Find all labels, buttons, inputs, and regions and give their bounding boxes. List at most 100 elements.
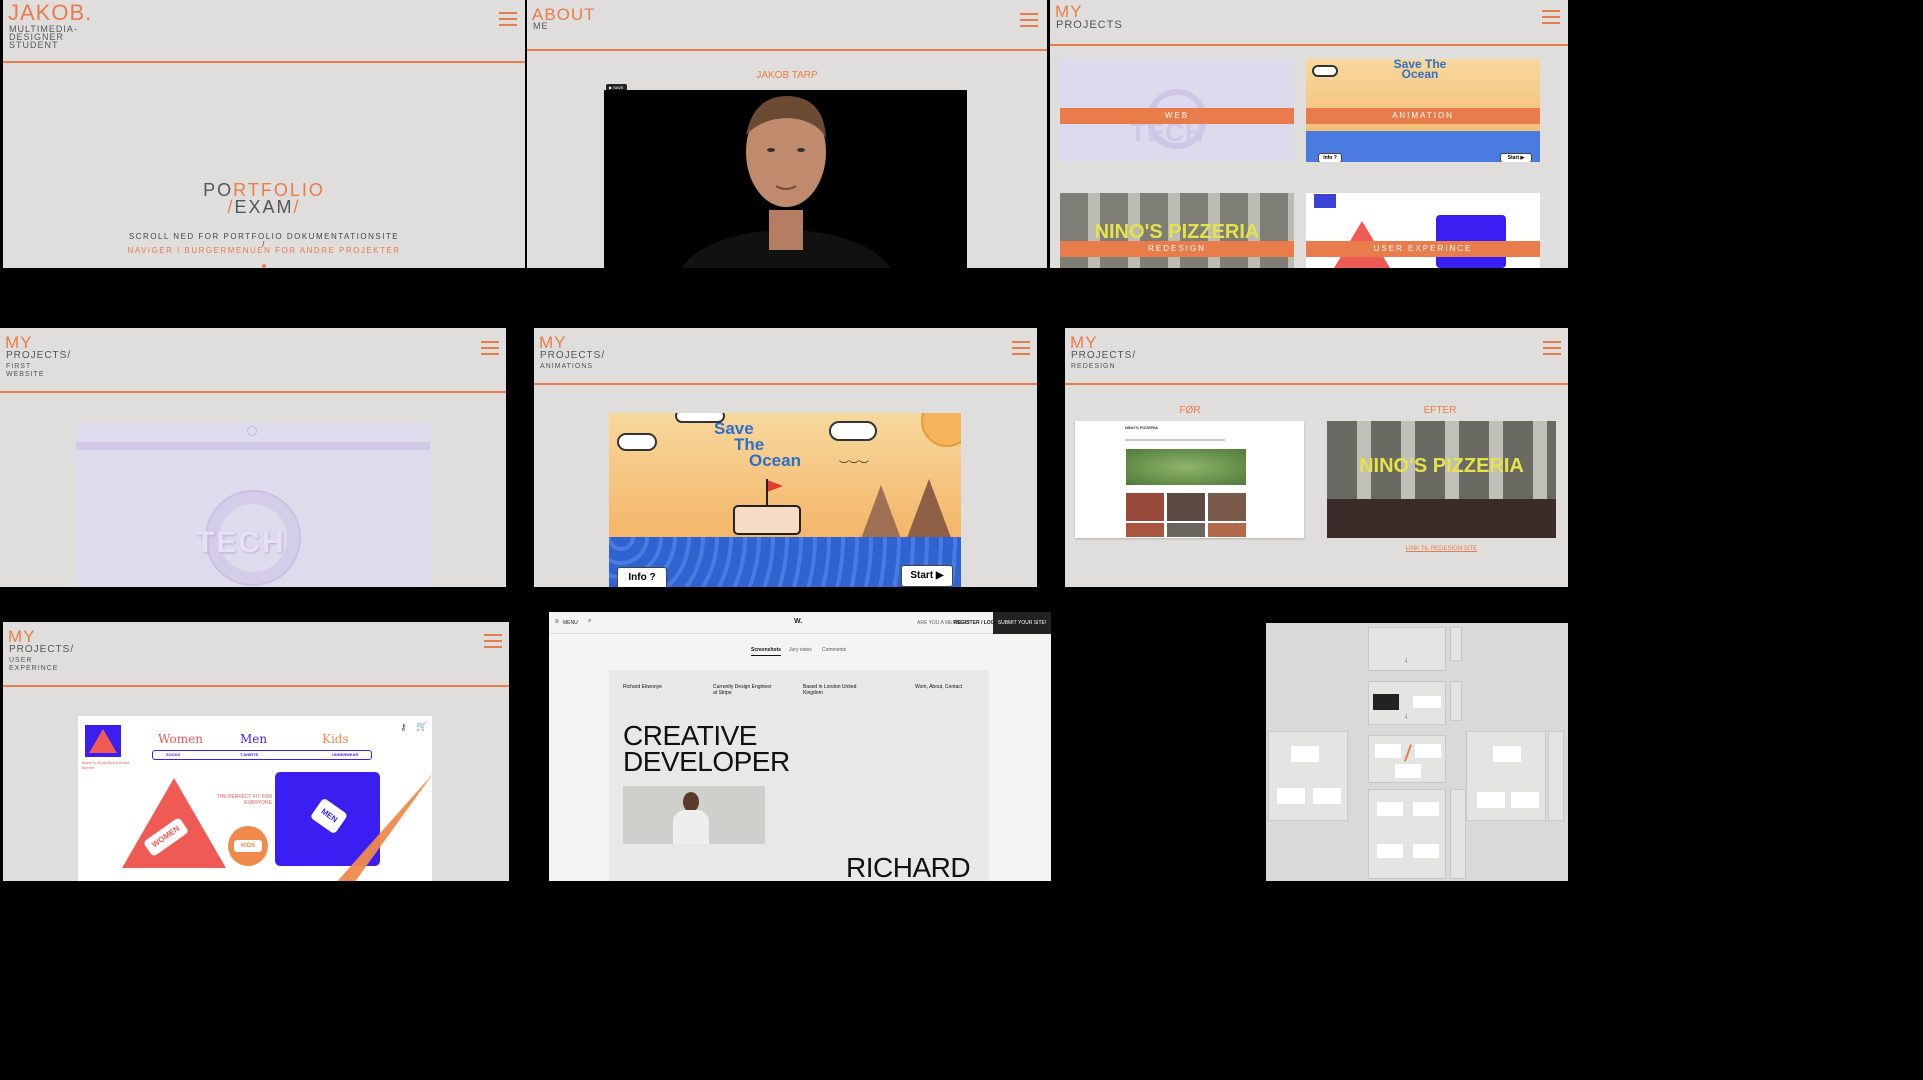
user-experience-panel: MY PROJECTS/ USER EXPERINCE Made to fit … <box>3 622 509 881</box>
subnav-tshirts[interactable]: T-SHIRTS <box>240 752 258 757</box>
photo-head <box>683 792 699 812</box>
save-ocean-animation[interactable]: Save The Ocean ︶︶︶ Info ? Start ▶ <box>609 413 961 587</box>
ship-mast <box>766 479 768 507</box>
sitemap-projects-box-2 <box>1415 744 1441 758</box>
site-logo[interactable]: W. <box>794 618 802 625</box>
first-website-panel: MY PROJECTS/ FIRST WEBSITE TECH <box>0 328 506 587</box>
developer-photo <box>623 786 765 844</box>
sitemap-anim-box-2 <box>1477 792 1505 808</box>
ux-site-preview[interactable]: Made to fit perfect and last forever Wom… <box>78 716 432 881</box>
burger-menu-icon[interactable] <box>1542 10 1560 24</box>
web-project-tile[interactable]: TECH WEB <box>1060 59 1294 162</box>
ux-tile-label: USER EXPERINCE <box>1306 241 1540 257</box>
header-divider <box>3 61 525 63</box>
sitemap-redesign-box-1 <box>1377 802 1403 816</box>
preview-top-icon <box>247 426 257 436</box>
food-photo-3 <box>1208 493 1246 521</box>
header-divider <box>534 383 1037 385</box>
food-photo-4 <box>1126 523 1164 537</box>
after-label: EFTER <box>1423 405 1457 416</box>
redesign-site-link[interactable]: LINK TIL REDESIGN SITE <box>1327 546 1556 552</box>
animations-panel: MY PROJECTS/ ANIMATIONS Save The Ocean ︶… <box>534 328 1037 587</box>
info-links[interactable]: Work, About, Contact <box>915 684 985 690</box>
key-icon[interactable]: ⚷ <box>400 722 407 733</box>
start-button[interactable]: Start ▶ <box>1500 153 1532 162</box>
cloud-icon <box>1312 65 1338 77</box>
sitemap-node-projects <box>1368 735 1446 783</box>
food-photo-5 <box>1167 523 1205 537</box>
nav-men[interactable]: Men <box>240 732 267 746</box>
brand-logo-icon <box>85 725 121 757</box>
about-name: JAKOB TARP <box>756 70 818 81</box>
pizzeria-sign: NINO'S PIZZERIA <box>1359 455 1524 477</box>
sitemap-redesign-box-4 <box>1413 844 1439 858</box>
burger-menu-icon[interactable] <box>1012 341 1030 355</box>
cloud-icon-top <box>675 413 725 423</box>
before-screenshot[interactable]: NINO'S PIZZERIA <box>1075 421 1304 538</box>
subtitle-line-3: STUDENT <box>9 40 59 50</box>
food-photo-1 <box>1126 493 1164 521</box>
redesign-tile-label: REDESIGN <box>1060 241 1294 257</box>
start-button[interactable]: Start ▶ <box>901 565 953 587</box>
tab-screenshots[interactable]: Screenshots <box>751 647 782 656</box>
after-screenshot[interactable]: NINO'S PIZZERIA <box>1327 421 1556 538</box>
animation-project-tile[interactable]: Save The Ocean ANIMATION Info ? Start ▶ <box>1306 59 1540 162</box>
burger-menu-icon[interactable] <box>1020 13 1038 27</box>
preview-nav-bar <box>76 442 430 450</box>
info-button[interactable]: Info ? <box>617 567 667 587</box>
about-panel: ABOUT ME JAKOB TARP ▶ SAVE <box>527 0 1047 268</box>
menu-icon[interactable]: ≡ <box>555 619 559 625</box>
site-screenshot[interactable]: Richard Ekwonye Currently Design Enginee… <box>609 670 989 881</box>
storefront-awning <box>1327 499 1556 538</box>
sitemap-first-box-3 <box>1313 788 1341 804</box>
header-divider <box>527 49 1047 51</box>
panel-subtitle-line-2: WEBSITE <box>6 371 45 378</box>
portrait-video[interactable] <box>604 90 967 268</box>
header-divider <box>1050 44 1568 46</box>
nav-kids[interactable]: Kids <box>322 732 349 746</box>
top-nav-bar: ≡ MENU ⌕ W. ARE YOU A MEMBER? REGISTER /… <box>549 612 1051 634</box>
panel-subtitle-projects: PROJECTS/ <box>540 350 606 361</box>
sitemap-redesign-box-3 <box>1377 844 1403 858</box>
portfolio-home-panel: JAKOB. MULTIMEDIA- DESIGNER STUDENT PORT… <box>3 0 525 268</box>
menu-label[interactable]: MENU <box>563 620 578 626</box>
nav-women[interactable]: Women <box>158 732 203 746</box>
sitemap-arrow-1: ↓ <box>1404 655 1408 664</box>
portrait-image <box>681 95 891 268</box>
about-subtitle: ME <box>533 21 549 31</box>
cloud-icon-left <box>617 433 657 451</box>
website-preview[interactable]: TECH <box>76 422 430 587</box>
sitemap-node-home <box>1368 627 1446 671</box>
tab-comments[interactable]: Comments <box>822 647 846 653</box>
burger-menu-icon[interactable] <box>1543 341 1561 355</box>
photo-body <box>673 810 709 844</box>
food-photo-6 <box>1208 523 1246 537</box>
info-button[interactable]: Info ? <box>1318 153 1342 162</box>
scroll-indicator[interactable] <box>262 264 266 268</box>
subnav-socks[interactable]: SOCKS <box>166 752 180 757</box>
redesign-project-tile[interactable]: NINO'S PIZZERIA REDESIGN <box>1060 193 1294 268</box>
pizza-photo <box>1126 449 1246 485</box>
panel-subtitle-line-2: EXPERINCE <box>9 665 59 672</box>
burger-menu-icon[interactable] <box>499 12 517 26</box>
ux-project-tile[interactable]: USER EXPERINCE <box>1306 193 1540 268</box>
cart-icon[interactable]: 🛒 <box>416 721 427 732</box>
sitemap-node-about-side <box>1450 681 1462 721</box>
sitemap-node-redesign <box>1368 789 1446 879</box>
panel-subtitle-projects: PROJECTS/ <box>9 644 75 655</box>
cloud-icon-right <box>829 421 877 441</box>
sitemap-node-home-side <box>1450 627 1462 661</box>
logo[interactable]: JAKOB. <box>8 2 92 24</box>
before-label: FØR <box>1179 405 1201 416</box>
ship-flag <box>767 480 783 492</box>
subnav-underwear[interactable]: UNDERWEAR <box>332 752 358 757</box>
tab-jury-votes[interactable]: Jury votes <box>789 647 812 653</box>
projects-subtitle: PROJECTS <box>1056 19 1123 31</box>
bottom-name: RICHARD <box>846 852 971 881</box>
search-icon[interactable]: ⌕ <box>588 618 591 625</box>
sitemap-projects-slash <box>1403 744 1413 762</box>
burger-menu-icon[interactable] <box>481 341 499 355</box>
info-name: Richard Ekwonye <box>623 684 662 690</box>
submit-site-button[interactable]: SUBMIT YOUR SITE! <box>993 612 1051 634</box>
burger-menu-icon[interactable] <box>484 634 502 648</box>
